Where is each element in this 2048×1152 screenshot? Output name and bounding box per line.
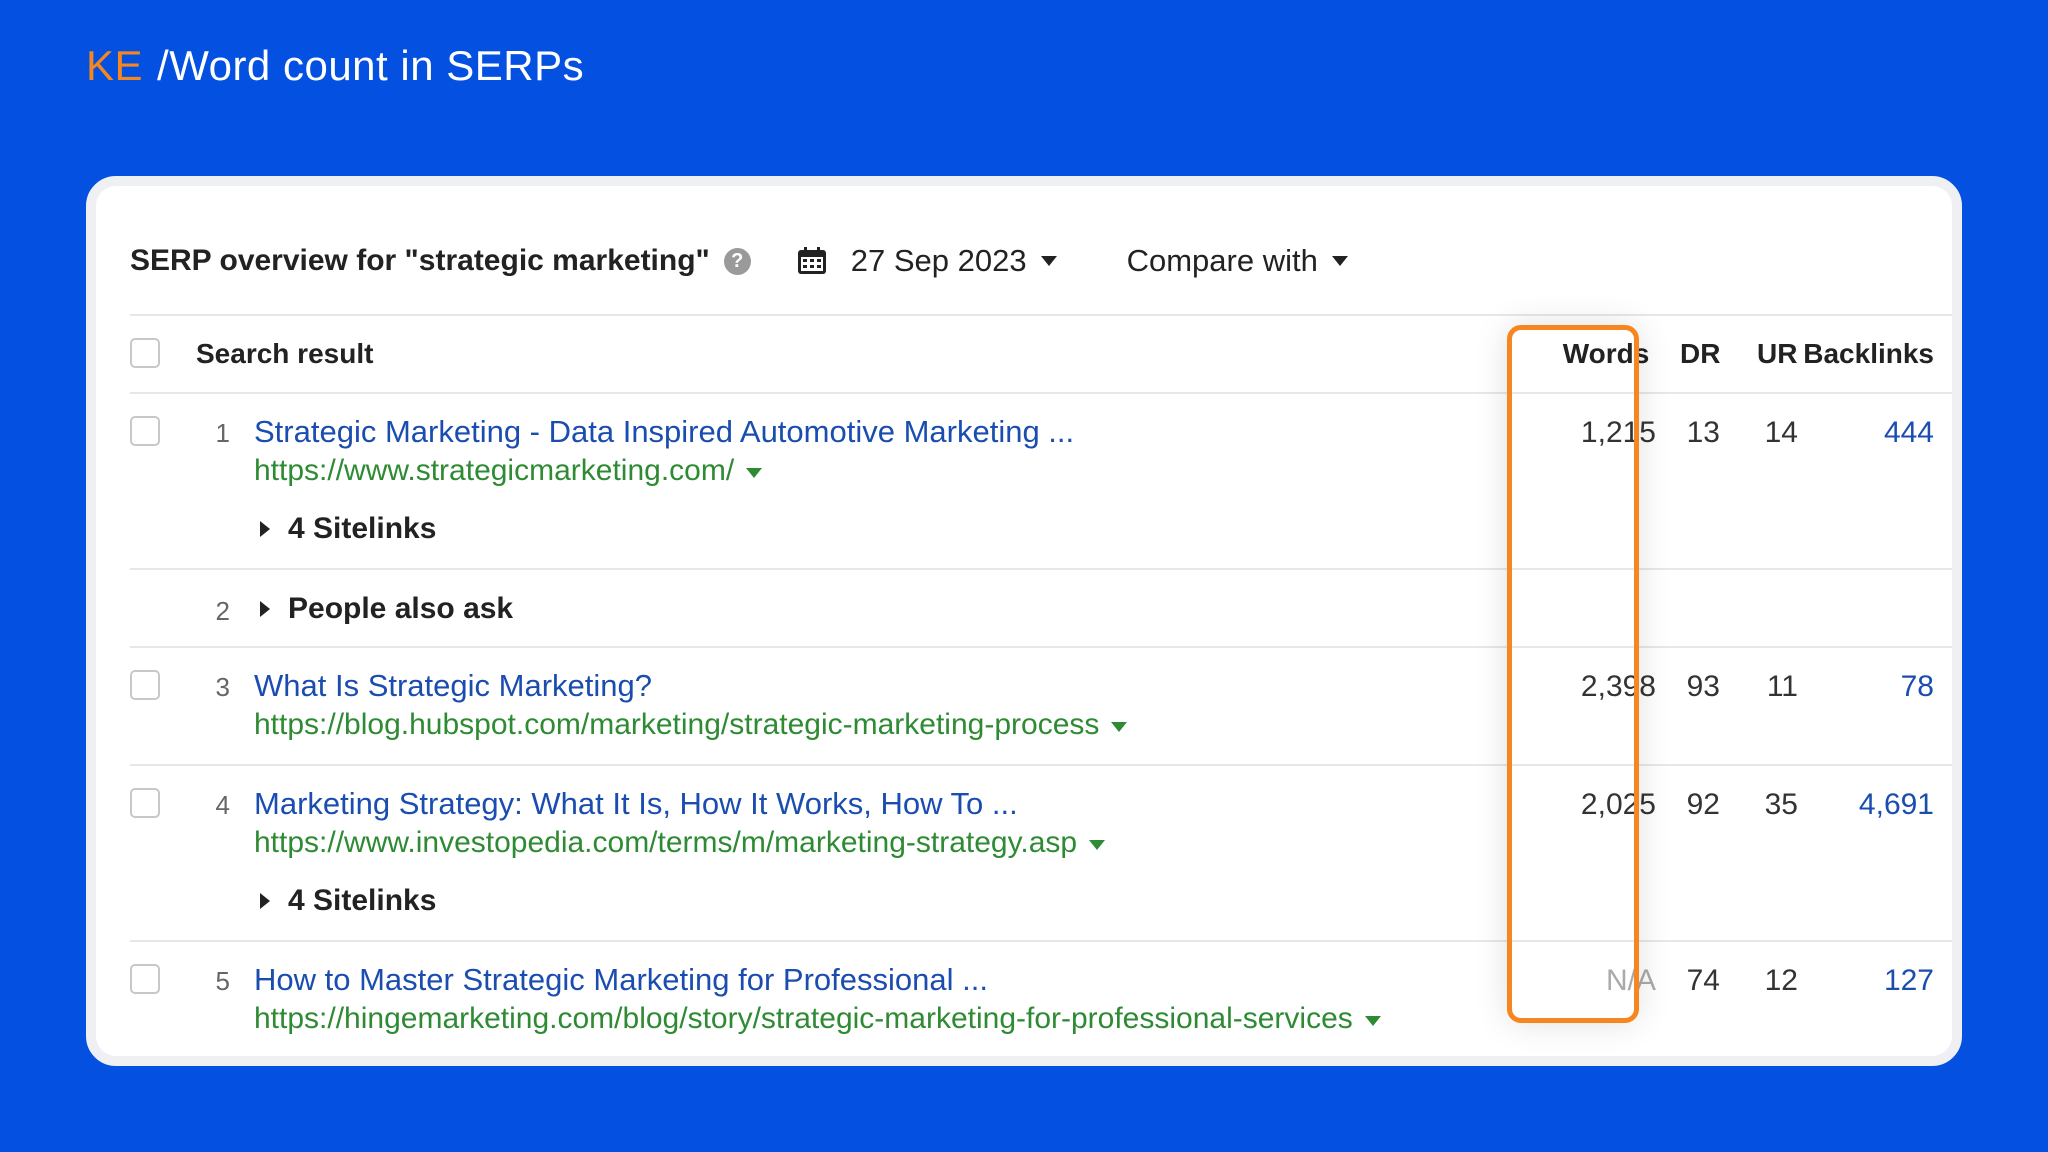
people-also-ask-label: People also ask: [288, 592, 514, 625]
row-checkbox[interactable]: [130, 670, 160, 700]
sitelinks-label: 4 Sitelinks: [288, 884, 437, 917]
words-value: 2,398: [1580, 670, 1656, 703]
result-url-text: https://hingemarketing.com/blog/story/st…: [254, 1002, 1353, 1035]
dr-value: 74: [1686, 964, 1720, 997]
ur-value: 14: [1764, 416, 1798, 449]
url-caret-down-icon[interactable]: [746, 468, 763, 478]
date-picker[interactable]: 27 Sep 2023: [797, 243, 1057, 279]
help-icon[interactable]: ?: [723, 247, 751, 275]
row-rank: 4: [215, 790, 230, 820]
result-title-link[interactable]: Strategic Marketing - Data Inspired Auto…: [254, 414, 1074, 450]
row-checkbox[interactable]: [130, 788, 160, 818]
column-header-ur[interactable]: UR: [1757, 338, 1797, 370]
sitelinks-label: 4 Sitelinks: [288, 512, 437, 545]
result-url-text: https://www.investopedia.com/terms/m/mar…: [254, 826, 1078, 859]
table-row: 2 People also ask: [130, 568, 1952, 646]
column-header-dr[interactable]: DR: [1680, 338, 1720, 370]
row-rank: 1: [215, 418, 230, 448]
words-value: 2,025: [1580, 788, 1656, 821]
result-url-link[interactable]: https://blog.hubspot.com/marketing/strat…: [254, 708, 1128, 742]
serp-title: SERP overview for "strategic marketing": [130, 244, 710, 277]
expand-triangle-icon: [260, 601, 270, 617]
table-header-row: Search result Words DR UR Backlinks: [130, 314, 1952, 392]
serp-overview-card: SERP overview for "strategic marketing" …: [86, 176, 1962, 1066]
ur-value: 35: [1764, 788, 1798, 821]
result-url-text: https://www.strategicmarketing.com/: [254, 454, 735, 487]
words-value: 1,215: [1580, 416, 1656, 449]
result-title-link[interactable]: What Is Strategic Marketing?: [254, 668, 652, 704]
url-caret-down-icon[interactable]: [1089, 840, 1106, 850]
row-checkbox[interactable]: [130, 416, 160, 446]
row-checkbox[interactable]: [130, 964, 160, 994]
url-caret-down-icon[interactable]: [1111, 722, 1128, 732]
column-header-words[interactable]: Words: [1556, 338, 1656, 370]
dr-value: 93: [1686, 670, 1720, 703]
backlinks-value[interactable]: 78: [1794, 670, 1934, 704]
date-caret-down-icon: [1040, 256, 1057, 266]
result-url-link[interactable]: https://www.strategicmarketing.com/: [254, 454, 763, 488]
page-title-text: /Word count in SERPs: [157, 42, 585, 89]
words-value: N/A: [1605, 964, 1656, 997]
result-title-link[interactable]: How to Master Strategic Marketing for Pr…: [254, 962, 988, 998]
expand-triangle-icon: [260, 893, 270, 909]
table-row: 5 How to Master Strategic Marketing for …: [130, 940, 1952, 1056]
sitelinks-toggle[interactable]: 4 Sitelinks: [260, 884, 436, 918]
ur-value: 12: [1764, 964, 1798, 997]
select-all-checkbox[interactable]: [130, 338, 160, 368]
compare-with-label: Compare with: [1126, 243, 1318, 278]
compare-caret-down-icon: [1331, 256, 1348, 266]
expand-triangle-icon: [260, 521, 270, 537]
calendar-icon: [797, 247, 826, 274]
table-row: 4 Marketing Strategy: What It Is, How It…: [130, 764, 1952, 940]
result-url-text: https://blog.hubspot.com/marketing/strat…: [254, 708, 1100, 741]
dr-value: 13: [1686, 416, 1720, 449]
backlinks-value[interactable]: 4,691: [1794, 788, 1934, 822]
people-also-ask-toggle[interactable]: People also ask: [260, 592, 513, 626]
result-url-link[interactable]: https://hingemarketing.com/blog/story/st…: [254, 1002, 1381, 1036]
backlinks-value[interactable]: 444: [1794, 416, 1934, 450]
row-rank: 5: [215, 966, 230, 996]
result-url-link[interactable]: https://www.investopedia.com/terms/m/mar…: [254, 826, 1106, 860]
url-caret-down-icon[interactable]: [1364, 1016, 1381, 1026]
row-rank: 3: [215, 672, 230, 702]
serp-header: SERP overview for "strategic marketing" …: [130, 226, 1348, 296]
column-header-backlinks[interactable]: Backlinks: [1794, 338, 1934, 370]
page-title: KE/Word count in SERPs: [86, 42, 584, 90]
backlinks-value[interactable]: 127: [1794, 964, 1934, 998]
date-value: 27 Sep 2023: [850, 243, 1027, 278]
column-header-search-result[interactable]: Search result: [196, 338, 373, 370]
ur-value: 11: [1766, 670, 1798, 703]
table-row: 3 What Is Strategic Marketing? https://b…: [130, 646, 1952, 764]
compare-with-dropdown[interactable]: Compare with: [1127, 243, 1348, 279]
table-row: 1 Strategic Marketing - Data Inspired Au…: [130, 392, 1952, 568]
page-title-tag: KE: [86, 42, 144, 89]
result-title-link[interactable]: Marketing Strategy: What It Is, How It W…: [254, 786, 1018, 822]
sitelinks-toggle[interactable]: 4 Sitelinks: [260, 512, 436, 546]
row-rank: 2: [215, 596, 230, 626]
dr-value: 92: [1686, 788, 1720, 821]
